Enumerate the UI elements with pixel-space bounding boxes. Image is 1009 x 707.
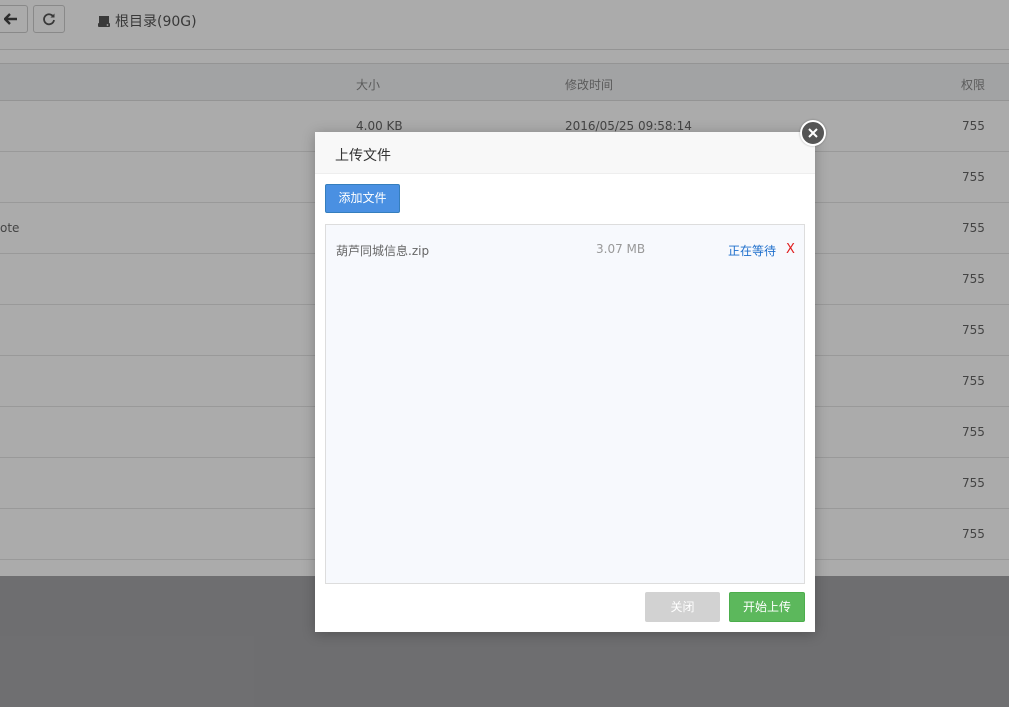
file-name: 葫芦同城信息.zip [336, 244, 430, 258]
file-size: 3.07 MB [596, 242, 646, 256]
add-file-button[interactable]: 添加文件 [325, 184, 400, 213]
close-icon [808, 128, 818, 138]
remove-file-button[interactable]: X [786, 242, 795, 257]
start-upload-button[interactable]: 开始上传 [729, 592, 805, 622]
close-button[interactable]: 关闭 [645, 592, 720, 622]
file-status: 正在等待 [728, 244, 777, 258]
upload-file-list: 葫芦同城信息.zip 3.07 MB 正在等待 X [325, 224, 805, 584]
dialog-close-button[interactable] [800, 120, 826, 146]
dialog-header: 上传文件 [315, 132, 815, 174]
list-item: 葫芦同城信息.zip 3.07 MB 正在等待 X [326, 225, 804, 275]
upload-dialog: 上传文件 添加文件 葫芦同城信息.zip 3.07 MB 正在等待 X 关闭 开… [315, 120, 826, 632]
dialog-title: 上传文件 [335, 148, 391, 164]
